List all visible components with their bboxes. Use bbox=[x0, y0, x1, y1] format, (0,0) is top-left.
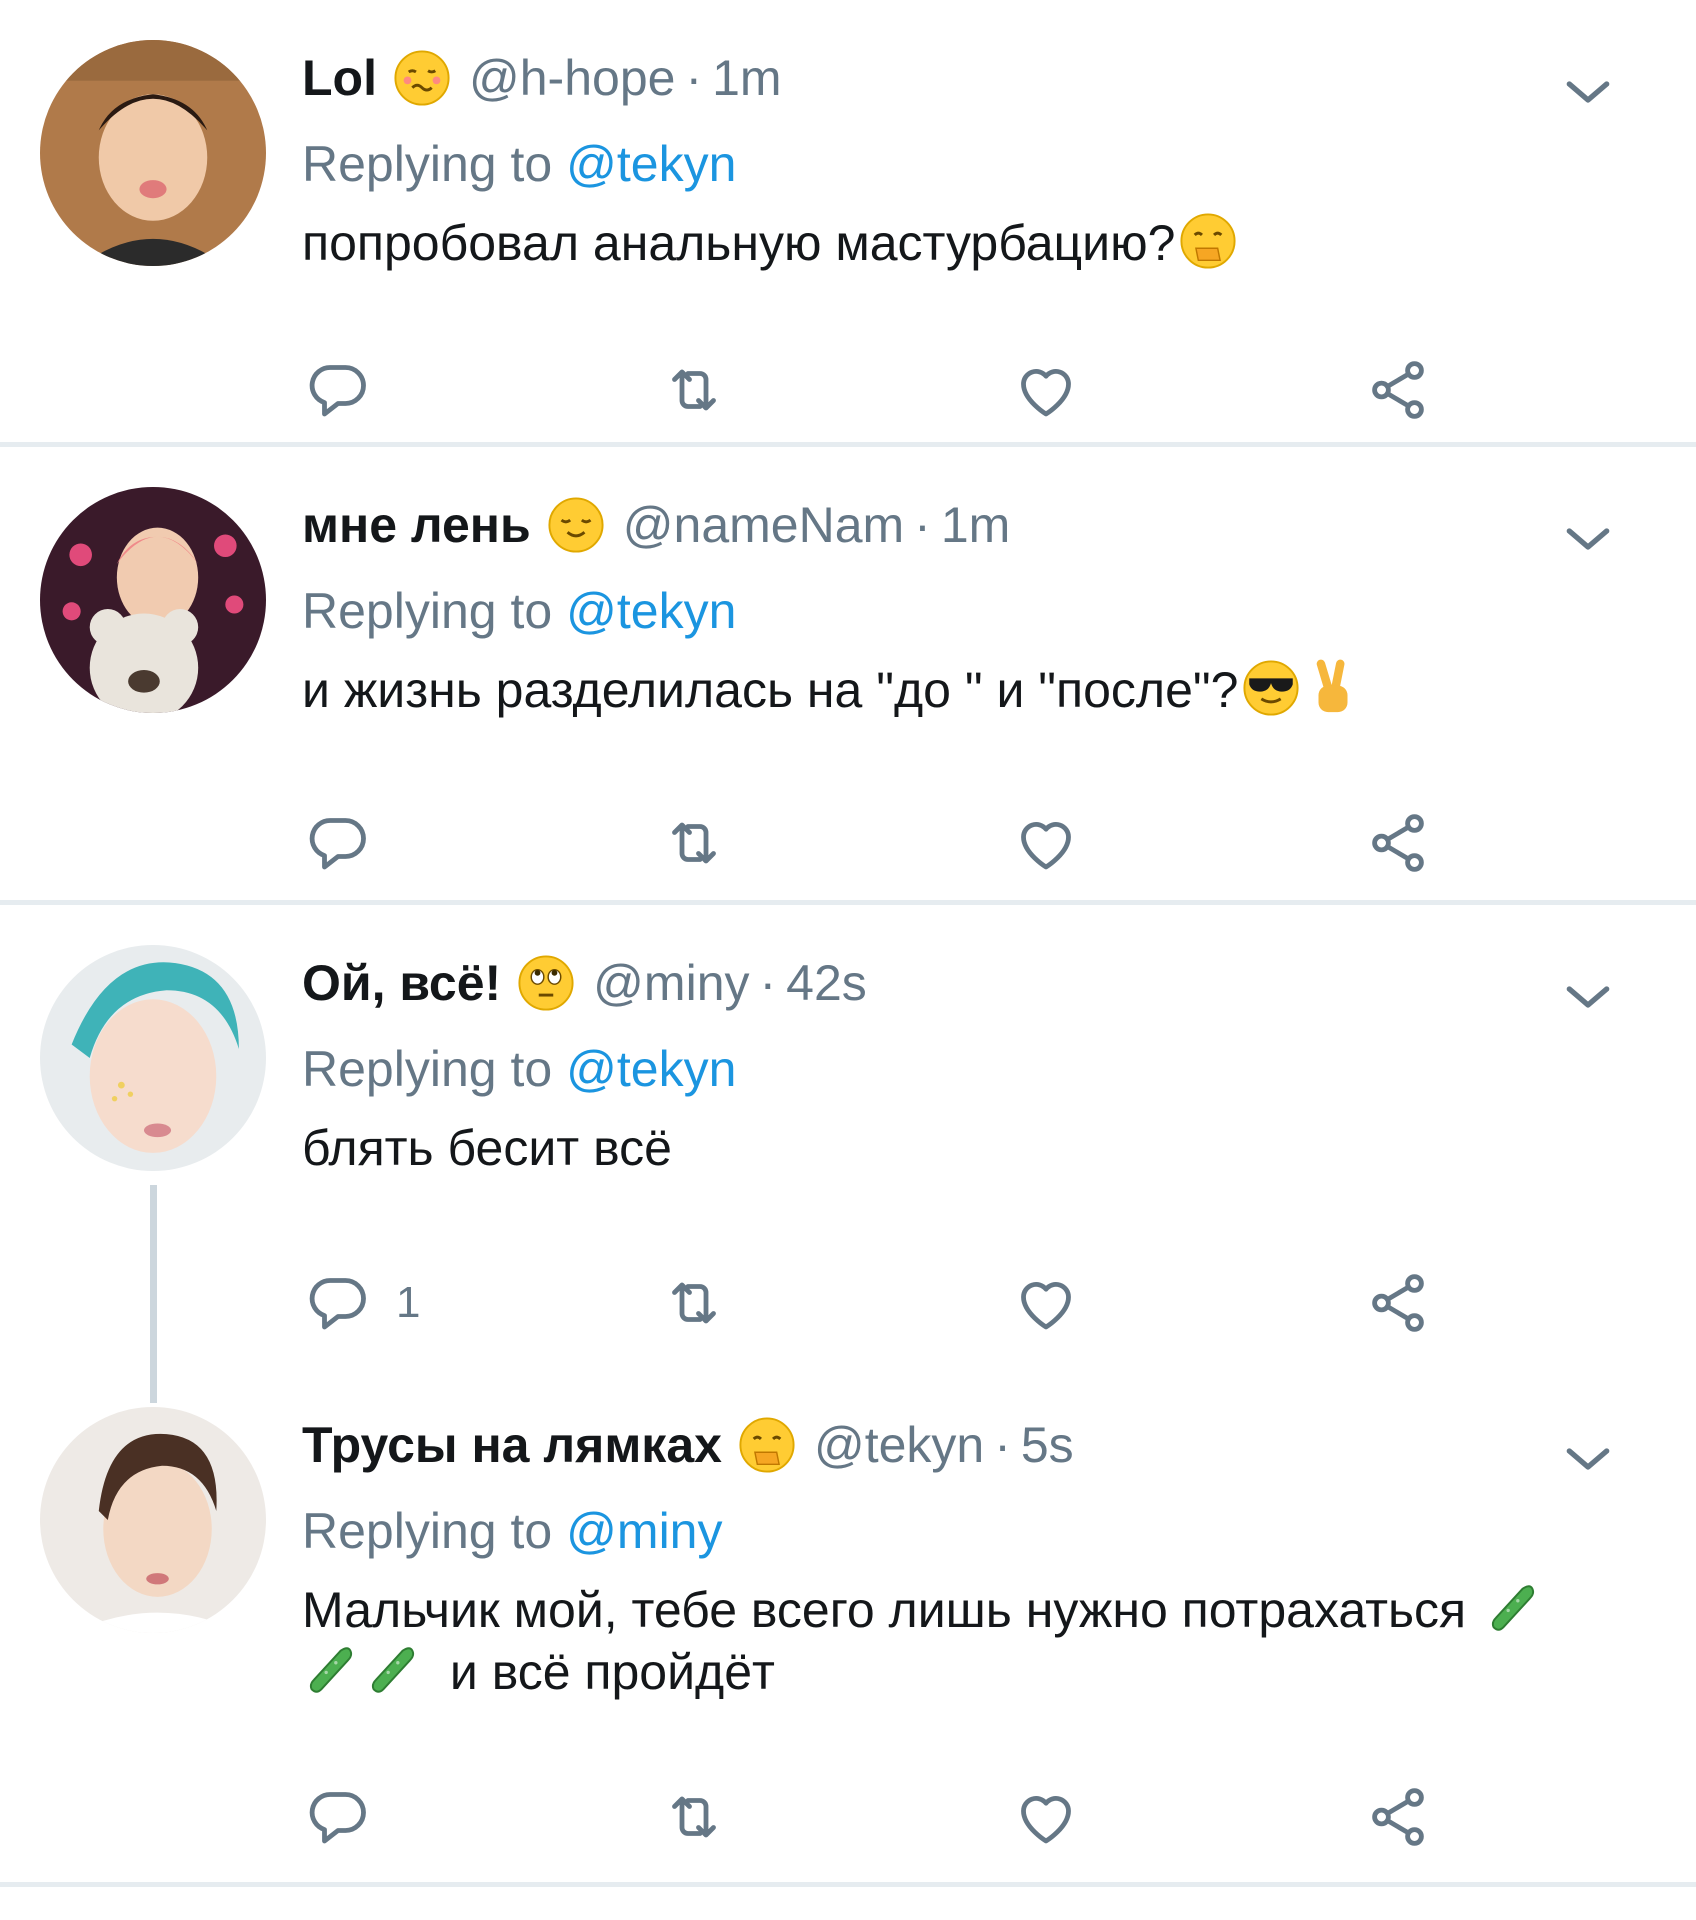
timestamp[interactable]: 5s bbox=[1021, 1416, 1074, 1474]
share-icon bbox=[1362, 1267, 1434, 1339]
user-handle[interactable]: @h-hope bbox=[469, 49, 675, 107]
display-name[interactable]: Трусы на лямках bbox=[302, 1416, 722, 1474]
cucumber-emoji bbox=[302, 1641, 360, 1699]
retweet-button[interactable] bbox=[658, 803, 730, 883]
retweet-button[interactable] bbox=[658, 1263, 730, 1343]
avatar[interactable] bbox=[40, 1407, 266, 1633]
share-button[interactable] bbox=[1362, 1263, 1434, 1343]
chevron-down-icon bbox=[1556, 60, 1620, 124]
retweet-icon bbox=[658, 1781, 730, 1853]
separator: · bbox=[759, 955, 777, 1011]
woozy-face-emoji bbox=[393, 49, 451, 107]
display-name[interactable]: мне лень bbox=[302, 496, 531, 554]
replying-label: Replying to bbox=[302, 1041, 553, 1097]
timestamp[interactable]: 1m bbox=[941, 496, 1010, 554]
tweet[interactable]: мне лень @nameNam · 1m Replying to @teky… bbox=[0, 447, 1696, 905]
separator: · bbox=[994, 1417, 1011, 1473]
retweet-icon bbox=[658, 354, 730, 426]
chevron-down-icon bbox=[1556, 507, 1620, 571]
divider bbox=[0, 1882, 1696, 1887]
like-button[interactable] bbox=[1010, 350, 1082, 430]
avatar[interactable] bbox=[40, 487, 266, 713]
timestamp[interactable]: 1m bbox=[712, 49, 781, 107]
replying-mention[interactable]: @miny bbox=[566, 1502, 722, 1560]
cucumber-emoji bbox=[364, 1641, 422, 1699]
heart-icon bbox=[1010, 1267, 1082, 1339]
more-options-button[interactable] bbox=[1556, 965, 1620, 1029]
sunglasses-face-emoji bbox=[1242, 659, 1300, 717]
like-button[interactable] bbox=[1010, 1777, 1082, 1857]
retweet-button[interactable] bbox=[658, 350, 730, 430]
like-button[interactable] bbox=[1010, 803, 1082, 883]
tweet-text-content: и жизнь разделилась на "до " и "после"? bbox=[302, 662, 1239, 718]
retweet-button[interactable] bbox=[658, 1777, 730, 1857]
action-bar bbox=[302, 803, 1482, 883]
share-icon bbox=[1362, 807, 1434, 879]
reply-button[interactable] bbox=[302, 803, 396, 883]
retweet-icon bbox=[658, 807, 730, 879]
share-button[interactable] bbox=[1362, 803, 1434, 883]
avatar[interactable] bbox=[40, 40, 266, 266]
tweet-text-line: и всё пройдёт bbox=[449, 1644, 775, 1700]
tweet-text-content: блять бесит всё bbox=[302, 1120, 672, 1176]
cucumber-emoji bbox=[1484, 1579, 1542, 1637]
share-icon bbox=[1362, 1781, 1434, 1853]
display-name[interactable]: Lol bbox=[302, 49, 377, 107]
replying-mention[interactable]: @tekyn bbox=[566, 135, 736, 193]
timestamp[interactable]: 42s bbox=[786, 954, 867, 1012]
reply-button[interactable] bbox=[302, 1777, 396, 1857]
more-options-button[interactable] bbox=[1556, 1427, 1620, 1491]
more-options-button[interactable] bbox=[1556, 507, 1620, 571]
replying-label: Replying to bbox=[302, 1503, 553, 1559]
hand-over-mouth-emoji bbox=[1179, 212, 1237, 270]
chevron-down-icon bbox=[1556, 965, 1620, 1029]
tweet[interactable]: Lol @h-hope · 1m Replying to @tekyn попр… bbox=[0, 0, 1696, 447]
heart-icon bbox=[1010, 1781, 1082, 1853]
reply-icon bbox=[302, 807, 374, 879]
heart-icon bbox=[1010, 354, 1082, 426]
tweet-text-content: попробовал анальную мастурбацию? bbox=[302, 215, 1176, 271]
tweet-text: и жизнь разделилась на "до " и "после"? bbox=[302, 659, 1622, 721]
reply-button[interactable] bbox=[302, 350, 396, 430]
separator: · bbox=[685, 50, 703, 106]
tweet[interactable]: Ой, всё! @miny · 42s Replying to @tekyn … bbox=[0, 905, 1696, 1365]
retweet-icon bbox=[658, 1267, 730, 1339]
more-options-button[interactable] bbox=[1556, 60, 1620, 124]
reply-button[interactable]: 1 bbox=[302, 1263, 420, 1343]
user-handle[interactable]: @nameNam bbox=[623, 496, 904, 554]
tweet-text: попробовал анальную мастурбацию? bbox=[302, 212, 1622, 274]
user-handle[interactable]: @tekyn bbox=[814, 1416, 984, 1474]
share-icon bbox=[1362, 354, 1434, 426]
display-name[interactable]: Ой, всё! bbox=[302, 954, 501, 1012]
reply-count: 1 bbox=[396, 1278, 421, 1327]
separator: · bbox=[914, 497, 931, 553]
action-bar bbox=[302, 350, 1482, 430]
tweet[interactable]: Трусы на лямках @tekyn · 5s Replying to … bbox=[0, 1365, 1696, 1887]
like-button[interactable] bbox=[1010, 1263, 1082, 1343]
reply-icon bbox=[302, 1267, 374, 1339]
replying-label: Replying to bbox=[302, 136, 553, 192]
chevron-down-icon bbox=[1556, 1427, 1620, 1491]
reply-icon bbox=[302, 1781, 374, 1853]
tweet-text: блять бесит всё bbox=[302, 1117, 1622, 1179]
tweet-text: Мальчик мой, тебе всего лишь нужно потра… bbox=[302, 1579, 1622, 1703]
replying-mention[interactable]: @tekyn bbox=[566, 582, 736, 640]
action-bar bbox=[302, 1777, 1482, 1857]
replying-label: Replying to bbox=[302, 583, 553, 639]
hand-over-mouth-emoji bbox=[738, 1416, 796, 1474]
reply-icon bbox=[302, 354, 374, 426]
share-button[interactable] bbox=[1362, 350, 1434, 430]
relieved-face-emoji bbox=[547, 496, 605, 554]
user-handle[interactable]: @miny bbox=[593, 954, 749, 1012]
heart-icon bbox=[1010, 807, 1082, 879]
replying-mention[interactable]: @tekyn bbox=[566, 1040, 736, 1098]
action-bar: 1 bbox=[302, 1263, 1482, 1343]
share-button[interactable] bbox=[1362, 1777, 1434, 1857]
avatar[interactable] bbox=[40, 945, 266, 1171]
rolling-eyes-emoji bbox=[517, 954, 575, 1012]
tweet-text-line: Мальчик мой, тебе всего лишь нужно потра… bbox=[302, 1582, 1467, 1638]
victory-hand-emoji bbox=[1304, 659, 1362, 717]
